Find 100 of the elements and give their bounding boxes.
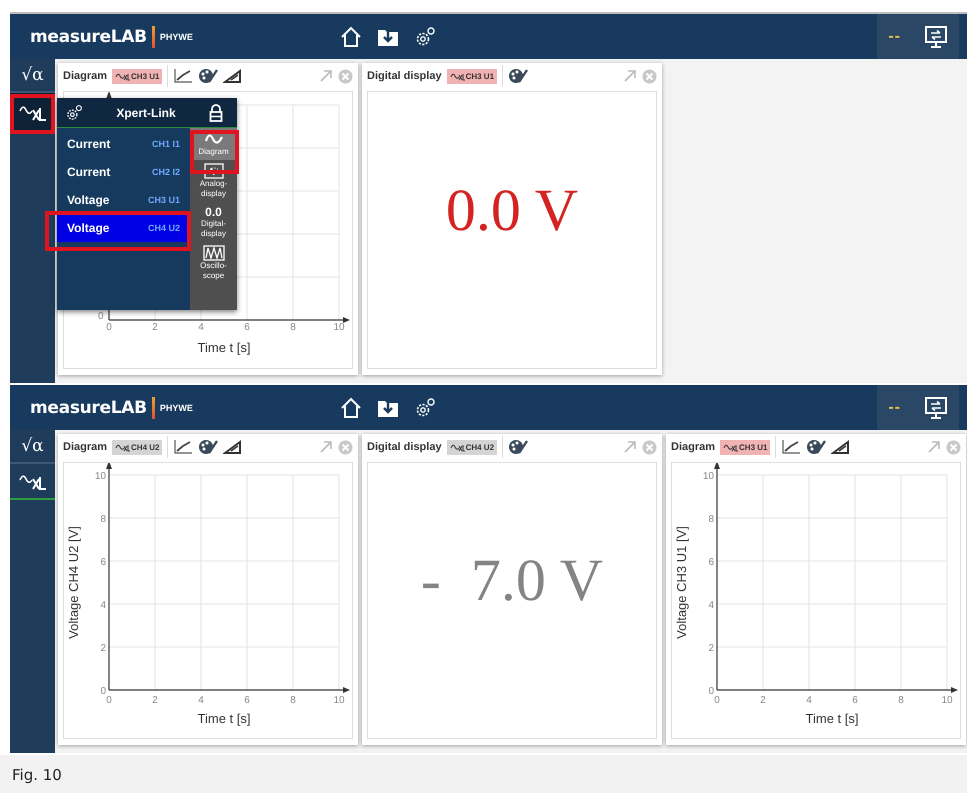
palette-icon[interactable] [198, 68, 218, 84]
highlight-frame [190, 130, 239, 174]
lock-icon[interactable] [209, 104, 223, 122]
chart-icon[interactable] [173, 439, 194, 455]
palette-icon[interactable] [508, 439, 528, 455]
x-axis-title: Time t [s] [198, 340, 250, 355]
x-tick-label: 6 [852, 695, 858, 706]
channel-row[interactable]: Voltage CH3 U1 [57, 186, 190, 214]
x-tick-label: 10 [333, 695, 345, 706]
view-option[interactable]: 0.0 Digital-display [190, 202, 237, 242]
monitor-switch-icon[interactable] [924, 396, 948, 420]
channel-label: CH3 U1 [739, 442, 768, 452]
x-tick-label: 6 [244, 322, 250, 333]
channel-label: CH3 U1 [131, 72, 160, 80]
x-tick-label: 8 [290, 322, 296, 333]
x-tick-label: 0 [714, 695, 720, 706]
view-label: Digital-display [200, 219, 227, 239]
panel-title: Diagram [671, 441, 716, 453]
channel-tag[interactable]: CH4 U2 [112, 440, 162, 454]
palette-icon[interactable] [806, 439, 826, 455]
status-indicator: -- [888, 28, 901, 46]
sensor-icon [450, 442, 465, 452]
channel-id: CH2 I2 [152, 167, 180, 177]
x-tick-label: 4 [806, 695, 812, 706]
x-axis-title: Time t [s] [198, 711, 250, 726]
channel-id: CH4 U2 [148, 223, 180, 233]
channel-tag[interactable]: CH4 U2 [446, 440, 498, 454]
logo-text: measureLAB [30, 26, 147, 46]
settings-icon[interactable] [414, 26, 436, 48]
y-axis-title: Voltage CH4 U2 [V] [66, 526, 81, 639]
channel-name: Current [67, 165, 110, 179]
channel-row[interactable]: Current CH1 I1 [57, 130, 190, 158]
sensor-icon [450, 72, 465, 80]
y-tick-label: 4 [100, 600, 106, 611]
y-tick-label: 10 [702, 471, 714, 482]
ruler-icon[interactable] [223, 68, 244, 84]
channel-row[interactable]: Current CH2 I2 [57, 158, 190, 186]
digital-glyph: 0.0 [205, 205, 222, 219]
view-option[interactable]: Analog-display [190, 160, 237, 202]
channel-label: CH4 U2 [131, 442, 160, 452]
y-tick-label: 8 [100, 514, 106, 525]
channel-tag[interactable]: CH3 U1 [112, 68, 162, 84]
gauge-icon [204, 163, 224, 179]
x-axis-title: Time t [s] [806, 711, 858, 726]
chart-icon[interactable] [173, 68, 194, 84]
home-icon[interactable] [340, 26, 362, 48]
status-indicator: -- [888, 398, 901, 416]
x-tick-label: 8 [898, 695, 904, 706]
channel-label: CH4 U2 [466, 442, 494, 452]
x-tick-label: 4 [198, 695, 204, 706]
y-tick-label: 2 [100, 643, 106, 654]
panel-title: Diagram [63, 70, 108, 82]
settings-icon[interactable] [65, 104, 83, 122]
ruler-icon[interactable] [831, 439, 852, 455]
x-tick-label: 8 [290, 695, 296, 706]
palette-icon[interactable] [508, 68, 528, 84]
view-label: Diagram [197, 147, 230, 157]
channel-name: Voltage [67, 221, 110, 235]
monitor-switch-icon[interactable] [924, 24, 948, 48]
display-value: - 7.0 V [420, 546, 604, 615]
x-tick-label: 6 [244, 695, 250, 706]
x-tick-label: 2 [760, 695, 766, 706]
channel-name: Current [67, 137, 110, 151]
channel-tag[interactable]: CH3 U1 [446, 68, 498, 84]
channel-row[interactable]: Voltage CH4 U2 [57, 214, 190, 242]
display-value: 0.0 V [446, 176, 578, 244]
channel-tag[interactable]: CH3 U1 [720, 440, 770, 454]
home-icon[interactable] [340, 396, 362, 418]
x-tick-label: 2 [152, 322, 158, 333]
channel-label: CH3 U1 [466, 72, 494, 80]
channel-id: CH1 I1 [152, 139, 180, 149]
y-tick-label: 0 [100, 686, 106, 697]
channel-id: CH3 U1 [148, 195, 180, 205]
x-tick-label: 4 [198, 322, 204, 333]
logo-text: measureLAB [30, 398, 147, 418]
y-tick-label: 6 [100, 557, 106, 568]
y-tick-label: 6 [708, 557, 714, 568]
settings-icon[interactable] [414, 396, 436, 418]
menu-title: Xpert-Link [116, 106, 176, 120]
y-tick-label: 0 [98, 311, 104, 322]
x-tick-label: 0 [106, 695, 112, 706]
palette-icon[interactable] [198, 439, 218, 455]
y-tick-label: 0 [708, 686, 714, 697]
sensor-icon [115, 442, 130, 452]
view-option[interactable]: Oscillo-scope [190, 242, 237, 284]
x-tick-label: 10 [941, 695, 953, 706]
brand-text: PHYWE [160, 32, 193, 42]
figure-caption: Fig. 10 [12, 766, 62, 784]
panel-title: Digital display [367, 441, 442, 453]
y-axis-title: Voltage CH3 U1 [V] [674, 526, 689, 639]
sensor-icon [723, 442, 738, 452]
panel-title: Diagram [63, 441, 108, 453]
chart-icon[interactable] [781, 439, 802, 455]
brand-text: PHYWE [160, 402, 193, 412]
x-tick-label: 0 [106, 322, 112, 333]
y-tick-label: 4 [708, 600, 714, 611]
ruler-icon[interactable] [223, 439, 244, 455]
channel-name: Voltage [67, 193, 110, 207]
sensor-icon [115, 72, 130, 80]
oscilloscope-icon [202, 245, 224, 261]
